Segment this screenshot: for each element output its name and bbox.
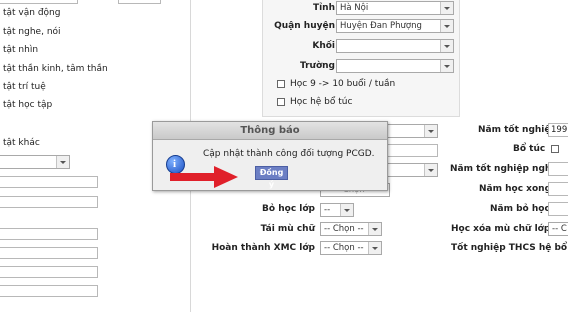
left-input[interactable] [0,266,98,278]
tot-nghiep-thcs-label: Tốt nghiệp THCS hệ bổ tú [451,243,568,253]
hoan-thanh-select[interactable]: -- Chọn -- [320,241,382,255]
khoi-select[interactable] [336,39,454,53]
nam-bo-hoc-input[interactable] [548,202,568,216]
nam-tot-nghiep-nghe-input[interactable] [548,162,568,176]
bo-hoc-lop-label: Bỏ học lớp [262,204,315,214]
disability-item: tật nghe, nói [3,27,61,37]
chevron-down-icon [440,60,453,72]
chevron-down-icon [440,20,453,32]
bo-hoc-lop-select[interactable]: -- [320,203,354,217]
dialog-titlebar[interactable]: Thông báo [153,122,387,140]
dialog-title: Thông báo [240,125,300,136]
tai-mu-chu-label: Tái mù chữ [260,224,315,234]
left-input[interactable] [0,285,98,297]
quan-select[interactable]: Huyện Đan Phượng [336,19,454,33]
truong-select[interactable] [336,59,454,73]
hocbotuc-label: Học hệ bổ túc [290,97,353,107]
left-top-input-1[interactable] [0,0,78,4]
nam-tot-nghiep-input[interactable]: 199 [548,123,568,137]
disability-item: tật khác [3,138,40,148]
disability-item: tật học tập [3,100,53,110]
left-input[interactable] [0,176,98,188]
hoan-thanh-value: -- Chọn -- [324,243,364,253]
nam-tot-nghiep-label: Năm tốt nghiệp [478,125,557,135]
hoc-xoa-value: -- C [552,224,567,234]
left-input[interactable] [0,196,98,208]
quan-label: Quận huyện [274,21,335,31]
disability-item: tật thần kinh, tâm thần [3,64,108,74]
nam-tot-nghiep-nghe-label: Năm tốt nghiệp nghề [450,164,558,174]
tai-mu-chu-select[interactable]: -- Chọn -- [320,222,382,236]
nam-tot-nghiep-value: 199 [551,125,568,135]
location-form: Tỉnh Hà Nội Quận huyện Huyện Đan Phượng … [262,0,460,117]
hoc9-checkbox[interactable] [277,80,285,88]
nam-hoc-xong-label: Năm học xong [479,184,552,194]
left-top-input-2[interactable] [118,0,161,4]
left-input[interactable] [0,247,98,259]
hoc-xoa-mu-chu-select[interactable]: -- C [548,222,568,236]
chevron-down-icon [440,2,453,14]
chevron-down-icon [440,40,453,52]
hoc9-label: Học 9 -> 10 buổi / tuần [290,79,396,89]
tinh-label: Tỉnh [312,3,335,13]
left-input[interactable] [0,228,98,240]
tinh-value: Hà Nội [340,3,369,13]
tai-mu-chu-value: -- Chọn -- [324,224,364,234]
nam-hoc-xong-input[interactable] [548,182,568,196]
chevron-down-icon [340,204,353,216]
disability-item: tật nhìn [3,45,39,55]
arrow-right-icon [170,166,238,188]
disability-item: tật trí tuệ [3,82,46,92]
chevron-down-icon [424,164,437,176]
bo-tuc-label: Bổ túc [513,144,546,154]
nam-bo-hoc-label: Năm bỏ học [490,204,550,214]
truong-label: Trường [299,61,335,71]
hoc-xoa-mu-chu-label: Học xóa mù chữ lớp [451,224,551,234]
chevron-down-icon [424,125,437,137]
chevron-down-icon [56,156,69,168]
hoan-thanh-label: Hoàn thành XMC lớp [211,243,315,253]
quan-value: Huyện Đan Phượng [340,21,422,31]
left-select[interactable] [0,155,70,169]
ok-button[interactable]: Đồng ý [255,166,288,189]
hocbotuc-checkbox[interactable] [277,98,285,106]
dialog-message: Cập nhật thành công đối tượng PCGD. [203,149,375,159]
chevron-down-icon [368,223,381,235]
tinh-select[interactable]: Hà Nội [336,1,454,15]
bo-tuc-checkbox[interactable] [551,145,559,153]
khoi-label: Khối [312,41,335,51]
chevron-down-icon [368,242,381,254]
disability-item: tật vận động [3,8,61,18]
